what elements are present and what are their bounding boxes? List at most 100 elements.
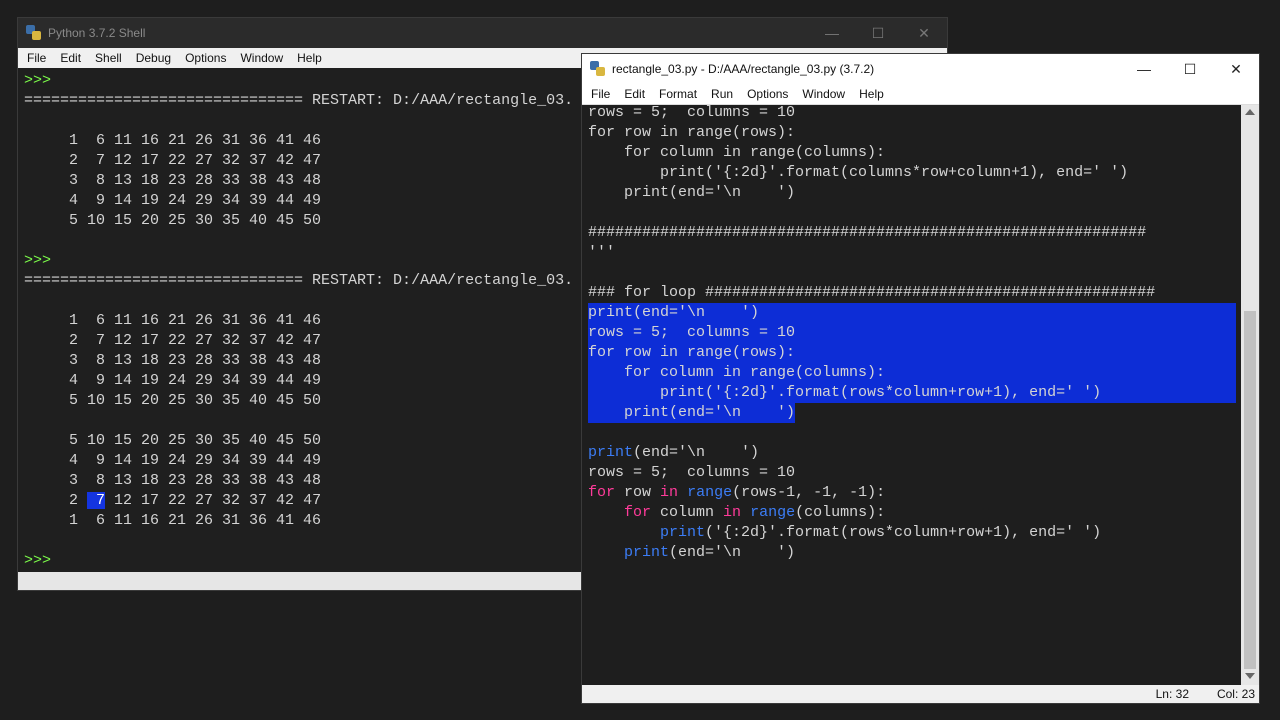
editor-menu-edit[interactable]: Edit [617,87,652,101]
shell-minimize-button[interactable]: — [809,18,855,48]
editor-menu-format[interactable]: Format [652,87,704,101]
keyword-token: in [660,484,679,501]
shell-output-line: 5 10 15 20 25 30 35 40 45 50 [24,212,322,229]
shell-output-line: 1 6 11 16 21 26 31 36 41 46 [24,512,322,529]
shell-output-line: 3 8 13 18 23 28 33 38 43 48 [24,472,322,489]
shell-prompt: >>> [24,552,52,569]
shell-text-segment: 12 17 22 27 32 37 42 47 [105,492,322,509]
shell-menu-shell[interactable]: Shell [88,51,129,65]
code-line-content: print('{:2d}'.format(rows*column+row+1),… [588,524,1101,541]
keyword-token: in [723,504,742,521]
code-token: print(end='\n ') [588,184,796,201]
shell-output-line: 3 8 13 18 23 28 33 38 43 48 [24,352,322,369]
shell-output-line [24,291,584,311]
shell-text-segment: 2 [24,492,88,509]
editor-menu-options[interactable]: Options [740,87,795,101]
shell-maximize-button[interactable]: ☐ [855,18,901,48]
code-token: rows = 5; columns = 10 [588,324,796,341]
shell-menu-options[interactable]: Options [178,51,233,65]
shell-output-line: 3 8 13 18 23 28 33 38 43 48 [24,172,322,189]
shell-menu-window[interactable]: Window [233,51,290,65]
shell-output-line: 1 6 11 16 21 26 31 36 41 46 [24,312,322,329]
shell-output-line: 4 9 14 19 24 29 34 39 44 49 [24,372,322,389]
code-token: rows = 5; columns = 10 [588,464,796,481]
editor-title: rectangle_03.py - D:/AAA/rectangle_03.py… [612,62,875,76]
code-line-content: print(end='\n ') [588,403,796,423]
editor-maximize-button[interactable]: ☐ [1167,54,1213,84]
editor-code-area[interactable]: rows = 5; columns = 10 for row in range(r… [588,103,1236,683]
shell-menu-debug[interactable]: Debug [129,51,178,65]
code-line-content: for row in range(rows): [588,124,795,141]
code-token: row [615,484,661,501]
scroll-up-arrow-icon[interactable] [1245,109,1255,115]
code-line: rows = 5; columns = 10 [588,463,1236,483]
editor-window: rectangle_03.py - D:/AAA/rectangle_03.py… [582,54,1259,703]
editor-menu-window[interactable]: Window [795,87,852,101]
code-line-content: rows = 5; columns = 10 [588,464,795,481]
code-token: ''' [588,244,616,261]
code-line-content: for column in range(columns): [588,364,885,381]
code-token: print(end='\n ') [588,304,760,321]
shell-output[interactable]: >>> =============================== RESTA… [24,71,584,571]
shell-hscrollbar[interactable] [18,572,581,590]
code-line: for row in range(rows): [588,343,1236,363]
shell-close-button[interactable]: ✕ [901,18,947,48]
shell-output-line: 2 7 12 17 22 27 32 37 42 47 [24,491,584,511]
editor-menu-help[interactable]: Help [852,87,891,101]
editor-menu-run[interactable]: Run [704,87,740,101]
code-line-content: for column in range(columns): [588,504,885,521]
code-line: for row in range(rows-1, -1, -1): [588,483,1236,503]
code-line-content: ########################################… [588,224,1146,241]
keyword-token: for [588,484,616,501]
builtin-token: print [588,444,634,461]
python-file-icon [590,61,606,77]
code-token: ### for loop ###########################… [588,284,1156,301]
code-line: print('{:2d}'.format(columns*row+column+… [588,163,1236,183]
shell-titlebar[interactable]: Python 3.7.2 Shell [18,18,947,48]
code-line: for row in range(rows): [588,123,1236,143]
code-line-content: for row in range(rows-1, -1, -1): [588,484,885,501]
code-line: print('{:2d}'.format(rows*column+row+1),… [588,383,1236,403]
code-line: print(end='\n ') [588,443,1236,463]
code-line-content: rows = 5; columns = 10 [588,104,795,121]
code-line: rows = 5; columns = 10 [588,103,1236,123]
code-line-content: ### for loop ###########################… [588,284,1155,301]
editor-close-button[interactable]: ✕ [1213,54,1259,84]
shell-output-line: 2 7 12 17 22 27 32 37 42 47 [24,152,322,169]
shell-menu-edit[interactable]: Edit [53,51,88,65]
builtin-token: range [687,484,733,501]
scroll-down-arrow-icon[interactable] [1245,673,1255,679]
code-line-content: print(end='\n ') [588,304,759,321]
shell-output-line [24,531,584,551]
shell-output-line [24,231,584,251]
scroll-thumb[interactable] [1244,311,1256,669]
editor-minimize-button[interactable]: — [1121,54,1167,84]
shell-output-line: 2 7 12 17 22 27 32 37 42 47 [24,332,322,349]
code-line-content: print(end='\n ') [588,444,759,461]
code-line: print('{:2d}'.format(rows*column+row+1),… [588,523,1236,543]
editor-vscrollbar[interactable] [1241,105,1259,685]
shell-menu-file[interactable]: File [20,51,53,65]
shell-output-line: =============================== RESTART:… [24,272,574,289]
shell-output-line [24,111,584,131]
shell-output-line: 5 10 15 20 25 30 35 40 45 50 [24,432,322,449]
code-token: for column in range(columns): [588,144,886,161]
code-line: for column in range(columns): [588,143,1236,163]
code-token: ########################################… [588,224,1147,241]
code-line-content: print('{:2d}'.format(columns*row+column+… [588,164,1128,181]
editor-menu-file[interactable]: File [584,87,617,101]
code-token: rows = 5; columns = 10 [588,104,796,121]
editor-statusbar: Ln: 32 Col: 23 [582,685,1259,703]
code-token: for row in range(rows): [588,344,796,361]
shell-menu-help[interactable]: Help [290,51,329,65]
code-line-content: rows = 5; columns = 10 [588,324,795,341]
status-line: Ln: 32 [1155,687,1189,701]
code-token: ('{:2d}'.format(rows*column+row+1), end=… [705,524,1102,541]
code-line-content: for column in range(columns): [588,144,885,161]
